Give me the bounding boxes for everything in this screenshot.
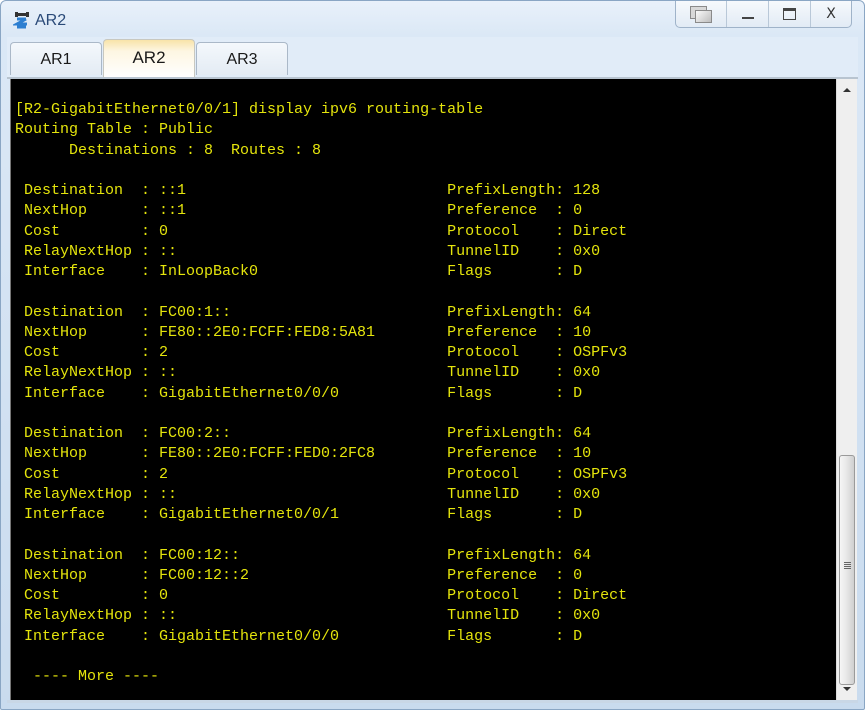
arrow-up-icon bbox=[843, 88, 851, 92]
terminal-line: RelayNextHop : :: TunnelID : 0x0 bbox=[24, 485, 601, 503]
scroll-up-button[interactable] bbox=[837, 81, 857, 99]
terminal-line: Interface : GigabitEthernet0/0/0 Flags :… bbox=[24, 627, 583, 645]
vertical-scrollbar[interactable] bbox=[836, 79, 857, 700]
window-title: AR2 bbox=[35, 12, 67, 29]
terminal-line: Cost : 2 Protocol : OSPFv3 bbox=[24, 465, 628, 483]
terminal-line: NextHop : ::1 Preference : 0 bbox=[24, 202, 583, 220]
tab-ar2[interactable]: AR2 bbox=[103, 39, 195, 77]
terminal-line: NextHop : FC00:12::2 Preference : 0 bbox=[24, 566, 583, 584]
scroll-down-button[interactable] bbox=[837, 680, 857, 698]
terminal-line: Routing Table : Public bbox=[15, 121, 214, 139]
maximize-button[interactable] bbox=[768, 1, 810, 27]
minimize-button[interactable] bbox=[726, 1, 768, 27]
terminal-line: ---- More ---- bbox=[15, 668, 160, 685]
device-tabs: AR1 AR2 AR3 bbox=[7, 37, 858, 79]
terminal-line: Interface : GigabitEthernet0/0/0 Flags :… bbox=[24, 384, 583, 402]
grip-icon bbox=[844, 562, 851, 570]
terminal-line: NextHop : FE80::2E0:FCFF:FED8:5A81 Prefe… bbox=[24, 323, 592, 341]
terminal-line: Destination : FC00:2:: PrefixLength: 64 bbox=[24, 425, 592, 442]
terminal-line: RelayNextHop : :: TunnelID : 0x0 bbox=[24, 607, 601, 625]
arrow-down-icon bbox=[843, 687, 851, 691]
terminal-line: [R2-GigabitEthernet0/0/1] display ipv6 r… bbox=[15, 101, 484, 118]
tab-ar1[interactable]: AR1 bbox=[10, 42, 102, 75]
terminal-line: Interface : GigabitEthernet0/0/1 Flags :… bbox=[24, 506, 583, 523]
terminal-window: AR2 X AR1 AR2 AR3 [R2-GigabitEthernet0/0… bbox=[0, 0, 865, 710]
terminal-line: Destination : FC00:12:: PrefixLength: 64 bbox=[24, 546, 592, 564]
terminal-line: Destination : FC00:1:: PrefixLength: 64 bbox=[24, 303, 592, 321]
maximize-icon bbox=[783, 8, 796, 20]
window-controls: X bbox=[675, 1, 852, 28]
close-icon: X bbox=[826, 6, 836, 22]
router-icon bbox=[13, 12, 29, 29]
terminal-line: RelayNextHop : :: TunnelID : 0x0 bbox=[24, 364, 601, 382]
tab-ar3[interactable]: AR3 bbox=[196, 42, 288, 75]
title-bar[interactable]: AR2 X bbox=[1, 1, 864, 37]
terminal-line: Cost : 0 Protocol : Direct bbox=[24, 222, 628, 240]
terminal-line: Interface : InLoopBack0 Flags : D bbox=[24, 263, 583, 280]
restore-icon bbox=[690, 6, 712, 23]
window-bottom-border bbox=[7, 700, 858, 703]
minimize-icon bbox=[741, 17, 754, 19]
close-button[interactable]: X bbox=[810, 1, 851, 27]
terminal-line: NextHop : FE80::2E0:FCFF:FED0:2FC8 Prefe… bbox=[24, 445, 592, 463]
terminal-console[interactable]: [R2-GigabitEthernet0/0/1] display ipv6 r… bbox=[10, 79, 837, 700]
terminal-line: Cost : 0 Protocol : Direct bbox=[24, 587, 628, 604]
terminal-line: Destinations : 8 Routes : 8 bbox=[69, 141, 322, 159]
terminal-line: Cost : 2 Protocol : OSPFv3 bbox=[24, 344, 628, 361]
restore-button[interactable] bbox=[676, 1, 726, 27]
scroll-thumb[interactable] bbox=[839, 455, 855, 685]
terminal-line: RelayNextHop : :: TunnelID : 0x0 bbox=[24, 242, 601, 260]
terminal-output: [R2-GigabitEthernet0/0/1] display ipv6 r… bbox=[15, 100, 627, 687]
terminal-line: Destination : ::1 PrefixLength: 128 bbox=[24, 182, 601, 199]
